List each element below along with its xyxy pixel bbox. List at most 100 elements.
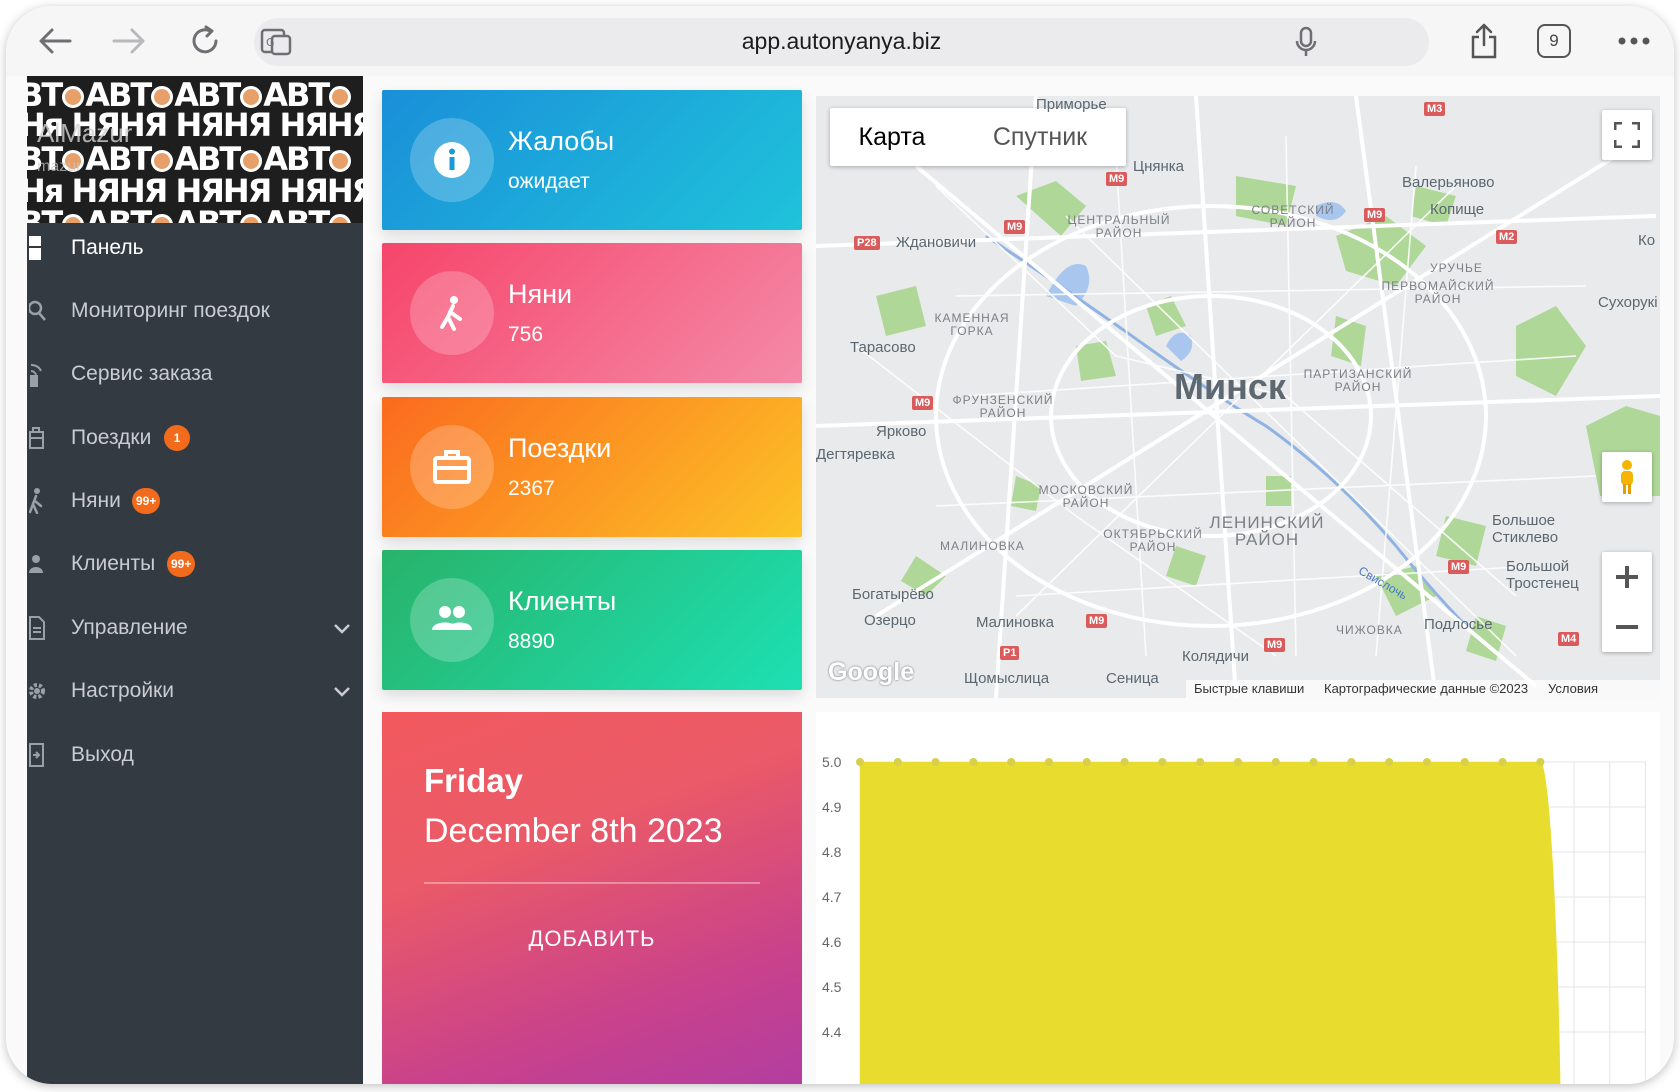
district-label: ОКТЯБРЬСКИЙ РАЙОН [1103, 527, 1203, 554]
data-point[interactable] [1460, 758, 1469, 766]
people-icon [410, 578, 494, 662]
map-data-text: Картографические данные ©2023 [1324, 681, 1529, 696]
sidebar-item-label: Управление [71, 616, 188, 639]
people-icon [29, 551, 51, 577]
tab-map[interactable]: Карта [830, 108, 954, 166]
sidebar-item-label: Настройки [71, 679, 174, 702]
data-point[interactable] [1498, 758, 1507, 766]
card-value: 756 [508, 323, 544, 346]
road-badge: M3 [1424, 102, 1446, 116]
sidebar-item-logout[interactable]: Выход [27, 726, 363, 784]
sidebar-item-label: Мониторинг поездок [71, 299, 270, 322]
data-point[interactable] [931, 758, 940, 766]
sidebar-item-management[interactable]: Управление [27, 599, 363, 657]
data-point[interactable] [1120, 758, 1129, 766]
card-title: Жалобы [508, 126, 615, 156]
terms-link[interactable]: Условия [1548, 681, 1598, 696]
chevron-down-icon[interactable] [332, 618, 352, 638]
rating-chart: 5.0 4.9 4.8 4.7 4.6 4.5 4.4 [816, 712, 1660, 1084]
keyboard-shortcuts-link[interactable]: Быстрые клавиши [1194, 681, 1304, 696]
more-options-icon[interactable] [1611, 18, 1657, 64]
district-label: ПЕРВОМАЙСКИЙ РАЙОН [1381, 279, 1495, 306]
map-place-label: Большой Тростенец [1506, 558, 1579, 592]
map-place-label: КАМЕННАЯ ГОРКА [934, 311, 1010, 338]
add-button[interactable]: ДОБАВИТЬ [522, 926, 662, 966]
share-icon[interactable] [1461, 18, 1507, 64]
data-point[interactable] [969, 758, 978, 766]
data-point[interactable] [1385, 758, 1394, 766]
y-tick-label: 5.0 [822, 754, 842, 770]
clients-card[interactable]: Клиенты 8890 [382, 550, 802, 690]
sidebar-item-order-service[interactable]: Сервис заказа [27, 345, 363, 403]
map-place-label: Валерьяново [1402, 174, 1495, 191]
sidebar-item-settings[interactable]: Настройки [27, 662, 363, 720]
profile-header[interactable]: ВТАВТАВТАВТ Ня НЯНЯ НЯНЯ НЯНЯ ▯ ВТАВТАВТ… [27, 76, 363, 223]
data-point[interactable] [1045, 758, 1053, 766]
nannies-count-badge: 99+ [132, 488, 161, 514]
chevron-down-icon[interactable] [332, 681, 352, 701]
reload-icon[interactable] [182, 18, 228, 64]
info-icon [410, 118, 494, 202]
district-label: ЛЕНИНСКИЙ РАЙОН [1209, 513, 1325, 549]
sidebar-item-trips[interactable]: Поездки 1 [27, 409, 363, 467]
data-point[interactable] [1309, 758, 1318, 766]
data-point[interactable] [1196, 758, 1205, 766]
district-label: МОСКОВСКИЙ РАЙОН [1038, 483, 1134, 510]
complaints-card[interactable]: Жалобы ожидает [382, 90, 802, 230]
sidebar-item-label: Клиенты [71, 552, 156, 575]
road-badge: M2 [1496, 230, 1518, 244]
y-tick-label: 4.4 [822, 1024, 842, 1040]
zoom-in-icon[interactable] [1614, 552, 1640, 602]
fullscreen-icon[interactable] [1602, 110, 1652, 160]
browser-toolbar: G app.autonyanya.biz 9 [6, 6, 1674, 76]
data-point[interactable] [1007, 758, 1016, 766]
date-full: December 8th 2023 [424, 812, 723, 850]
card-title: Поездки [508, 433, 612, 463]
sidebar-item-trip-monitoring[interactable]: Мониторинг поездок [27, 282, 363, 340]
chart-svg: 5.0 4.9 4.8 4.7 4.6 4.5 4.4 [822, 754, 1646, 1084]
map-place-label: Тарасово [850, 339, 916, 356]
signal-icon [29, 361, 51, 387]
tab-count-button[interactable]: 9 [1537, 24, 1571, 58]
card-title: Няни [508, 279, 573, 309]
card-value: 8890 [508, 630, 555, 653]
trips-card[interactable]: Поездки 2367 [382, 397, 802, 537]
map-place-label: УРУЧЬЕ [1430, 261, 1483, 275]
tab-satellite[interactable]: Спутник [954, 108, 1126, 166]
sidebar-item-clients[interactable]: Клиенты 99+ [27, 535, 363, 593]
back-arrow-icon[interactable] [32, 18, 78, 64]
data-point[interactable] [1536, 758, 1545, 766]
data-point[interactable] [1271, 758, 1280, 766]
pegman-icon[interactable] [1602, 452, 1652, 502]
microphone-icon[interactable] [1294, 26, 1318, 63]
data-point[interactable] [893, 758, 902, 766]
data-point[interactable] [1158, 758, 1167, 766]
road-badge: M9 [912, 396, 934, 410]
data-point[interactable] [1347, 758, 1356, 766]
y-tick-label: 4.9 [822, 799, 842, 815]
data-point[interactable] [856, 758, 864, 766]
map-view[interactable]: Карта Спутник Минск Приморье Цнянка Вале… [816, 96, 1660, 698]
sidebar-item-dashboard[interactable]: Панель [27, 219, 363, 277]
data-point[interactable] [1082, 758, 1091, 766]
sidebar-item-label: Выход [71, 743, 134, 766]
data-point[interactable] [1423, 758, 1431, 766]
address-bar[interactable]: G app.autonyanya.biz [254, 18, 1429, 66]
sidebar-item-label: Сервис заказа [71, 362, 213, 385]
y-tick-label: 4.5 [822, 979, 842, 995]
document-icon [29, 615, 51, 641]
sidebar-item-nannies[interactable]: Няни 99+ [27, 472, 363, 530]
data-point[interactable] [1234, 758, 1242, 766]
forward-arrow-icon[interactable] [106, 18, 152, 64]
sidebar-item-label: Няни [71, 489, 121, 512]
road-badge: P28 [854, 236, 880, 250]
trips-count-badge: 1 [164, 425, 190, 451]
profile-subtitle: mazur [37, 158, 82, 175]
map-place-label: Сухорукі [1598, 294, 1658, 311]
map-place-label: МАЛИНОВКА [940, 539, 1025, 553]
nannies-card[interactable]: Няни 756 [382, 243, 802, 383]
y-tick-label: 4.7 [822, 889, 842, 905]
suitcase-icon [29, 425, 51, 451]
zoom-out-icon[interactable] [1614, 602, 1640, 652]
city-label: Минск [1174, 366, 1286, 407]
